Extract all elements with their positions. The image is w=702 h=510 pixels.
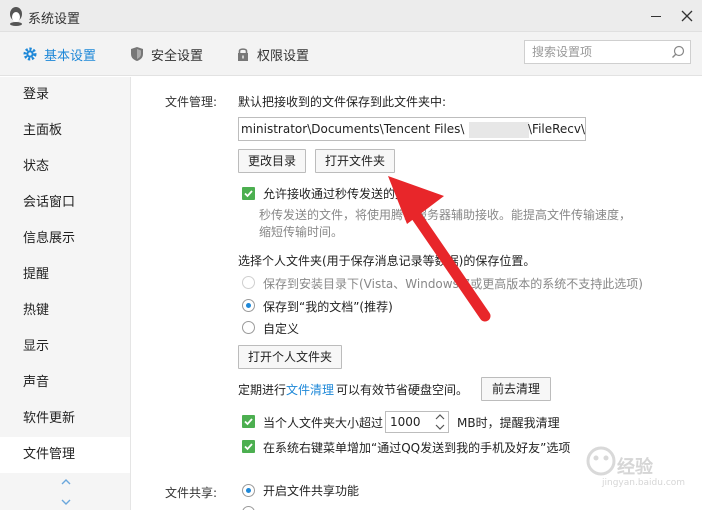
- sidebar-item-display[interactable]: 显示: [0, 329, 130, 365]
- gear-icon: [23, 47, 37, 61]
- size-warning-prefix: 当个人文件夹大小超过: [263, 416, 384, 430]
- flash-transfer-note-line2: 缩短传输时间。: [259, 225, 344, 239]
- radio-my-documents[interactable]: [242, 299, 255, 312]
- sidebar-item-main-panel[interactable]: 主面板: [0, 113, 130, 149]
- search-icon[interactable]: [671, 45, 685, 59]
- search-box[interactable]: [524, 40, 691, 64]
- window-title: 系统设置: [28, 12, 81, 27]
- tab-security-settings[interactable]: 安全设置: [129, 44, 203, 64]
- title-bar: 系统设置: [0, 0, 702, 32]
- tab-basic-settings[interactable]: 基本设置: [22, 44, 96, 64]
- sidebar-item-chat-window[interactable]: 会话窗口: [0, 185, 130, 221]
- open-personal-folder-button[interactable]: 打开个人文件夹: [238, 345, 342, 369]
- settings-sidebar: 登录 主面板 状态 会话窗口 信息展示 提醒 热键 显示 声音 软件更新 文件管…: [0, 77, 131, 510]
- radio-file-share-option-2[interactable]: [242, 506, 255, 510]
- tab-basic-settings-label: 基本设置: [44, 48, 97, 64]
- radio-custom-label: 自定义: [263, 322, 300, 336]
- search-input[interactable]: [525, 41, 665, 63]
- watermark-subtext: jingyan.baidu.com: [602, 478, 686, 488]
- radio-install-directory[interactable]: [242, 276, 255, 289]
- shield-icon: [131, 47, 143, 61]
- enable-file-share-label: 开启文件共享功能: [263, 484, 360, 498]
- minimize-button[interactable]: [646, 6, 666, 26]
- file-share-section-label: 文件共享:: [165, 486, 218, 500]
- change-directory-button[interactable]: 更改目录: [238, 149, 306, 173]
- lock-icon: [238, 48, 248, 61]
- size-stepper-icon[interactable]: [431, 411, 449, 433]
- red-pointer-arrow-icon: [388, 176, 491, 322]
- sidebar-item-hotkeys[interactable]: 热键: [0, 293, 130, 329]
- cleanup-suffix-text: 可以有效节省硬盘空间。: [336, 383, 469, 397]
- tab-permission-settings-label: 权限设置: [257, 48, 310, 64]
- sidebar-item-status[interactable]: 状态: [0, 149, 130, 185]
- checkmark-icon: [244, 443, 253, 451]
- allow-flash-transfer-checkbox[interactable]: [242, 187, 255, 200]
- size-warning-checkbox[interactable]: [242, 415, 255, 428]
- checkmark-icon: [244, 190, 253, 198]
- tab-security-settings-label: 安全设置: [151, 48, 204, 64]
- file-management-section-label: 文件管理:: [165, 95, 218, 109]
- file-cleanup-link[interactable]: 文件清理: [286, 381, 334, 398]
- close-icon[interactable]: [677, 6, 697, 26]
- path-left-text: ministrator\Documents\Tencent Files\: [241, 122, 465, 136]
- tab-permission-settings[interactable]: 权限设置: [235, 44, 309, 64]
- sidebar-item-login[interactable]: 登录: [0, 77, 130, 113]
- checkmark-icon: [244, 418, 253, 426]
- size-threshold-value: 1000: [390, 415, 421, 429]
- size-warning-suffix: MB时，提醒我清理: [457, 416, 560, 430]
- radio-custom[interactable]: [242, 321, 255, 334]
- context-menu-label: 在系统右键菜单增加“通过QQ发送到我的手机及好友”选项: [263, 441, 571, 455]
- go-cleanup-button[interactable]: 前去清理: [481, 377, 551, 401]
- receive-folder-path-field[interactable]: ministrator\Documents\Tencent Files\ \Fi…: [238, 117, 586, 141]
- cleanup-prefix-text: 定期进行: [238, 383, 287, 397]
- sidebar-scroll-arrows-icon[interactable]: [58, 477, 74, 507]
- radio-my-documents-label: 保存到“我的文档”(推荐): [263, 300, 393, 314]
- sidebar-item-sound[interactable]: 声音: [0, 365, 130, 401]
- qq-penguin-icon: [10, 7, 22, 26]
- sidebar-item-software-update[interactable]: 软件更新: [0, 401, 130, 437]
- path-right-text: \FileRecv\: [528, 122, 586, 136]
- context-menu-checkbox[interactable]: [242, 440, 255, 453]
- save-location-description: 默认把接收到的文件保存到此文件夹中:: [238, 95, 447, 109]
- radio-enable-file-share[interactable]: [242, 484, 255, 497]
- sidebar-item-info-display[interactable]: 信息展示: [0, 221, 130, 257]
- sidebar-item-file-management[interactable]: 文件管理: [0, 437, 130, 473]
- sidebar-item-reminder[interactable]: 提醒: [0, 257, 130, 293]
- redacted-account-mask: [469, 122, 529, 138]
- watermark-text: 经验: [617, 457, 653, 478]
